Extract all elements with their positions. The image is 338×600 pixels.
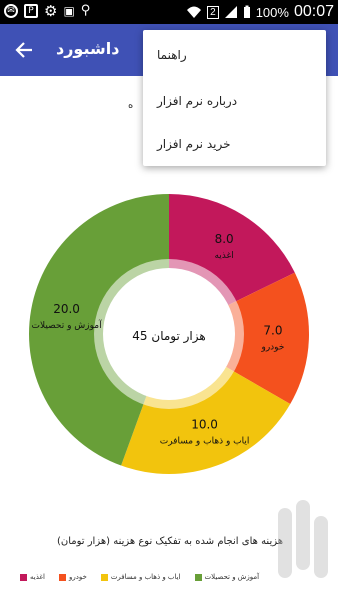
back-button[interactable] <box>14 37 40 63</box>
status-bar: ✉ P ⚙ ▣ ⚲ 2 100% 00:07 <box>0 0 338 24</box>
legend-item: خودرو <box>58 573 87 581</box>
legend-label: خودرو <box>68 573 87 581</box>
legend-item: آموزش و تحصیلات <box>194 573 260 581</box>
donut-chart: 8.0 اغذیه 7.0 خودرو 10.0 ایاب و ذهاب و مسافرت… <box>29 194 309 474</box>
legend-label: ایاب و ذهاب و مسافرت <box>110 573 181 581</box>
legend-swatch <box>100 573 108 581</box>
battery-icon <box>243 5 250 18</box>
slice-value-label: 7.0 <box>263 324 282 338</box>
slice-category-label: آموزش و تحصیلات <box>32 319 103 331</box>
legend-item: اغذیه <box>20 573 45 581</box>
legend-swatch <box>194 573 202 581</box>
bag-icon: ▣ <box>63 4 75 18</box>
slice-value-label: 8.0 <box>215 232 234 246</box>
settings-icon: ⚙ <box>44 2 58 20</box>
notification-icons: ✉ P ⚙ ▣ ⚲ <box>4 2 91 20</box>
p-icon: P <box>24 4 38 18</box>
messenger-icon: ✉ <box>4 4 18 18</box>
slice-value-label: 10.0 <box>191 418 218 432</box>
legend-label: اغذیه <box>30 573 45 581</box>
legend-item: ایاب و ذهاب و مسافرت <box>100 573 181 581</box>
signal-icon <box>224 6 237 18</box>
legend-label: آموزش و تحصیلات <box>204 573 260 581</box>
battery-percent: 100% <box>255 4 289 20</box>
app-logo-watermark <box>278 500 328 578</box>
legend-swatch <box>20 573 27 581</box>
slice-category-label: ایاب و ذهاب و مسافرت <box>160 437 250 447</box>
legend-swatch <box>58 573 66 581</box>
page-title: داشبورد <box>56 39 120 58</box>
menu-item-buy[interactable]: خرید نرم افزار <box>157 137 231 151</box>
slice-category-label: اغذیه <box>214 251 233 261</box>
slice-category-label: خودرو <box>260 343 284 353</box>
system-icons: 2 100% 00:07 <box>186 3 334 21</box>
slice-value-label: 20.0 <box>53 302 80 316</box>
usb-icon: ⚲ <box>80 3 91 18</box>
menu-item-about[interactable]: درباره نرم افزار <box>157 94 237 108</box>
overflow-menu: راهنما درباره نرم افزار خرید نرم افزار <box>143 30 326 166</box>
sub-hint-text: ه <box>128 100 134 111</box>
clock: 00:07 <box>293 3 334 20</box>
wifi-icon <box>187 6 202 18</box>
arrow-back-icon <box>15 42 32 58</box>
center-label: 45 هزار تومان <box>132 329 205 344</box>
menu-item-help[interactable]: راهنما <box>157 48 187 62</box>
chart-legend: اغذیه خودرو ایاب و ذهاب و مسافرت آموزش و… <box>20 573 259 581</box>
chart-caption: هزینه های انجام شده به تفکیک نوع هزینه (… <box>56 536 284 547</box>
sim-2-icon: 2 <box>207 5 219 19</box>
